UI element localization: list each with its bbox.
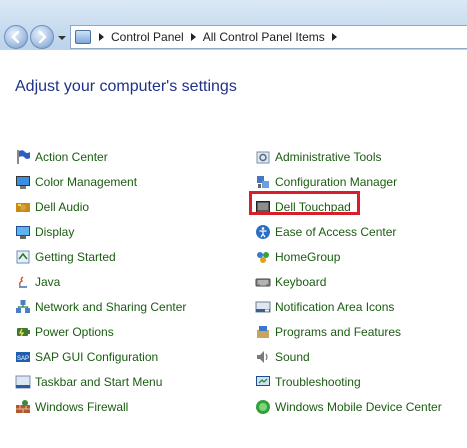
control-panel-item-display[interactable]: Display bbox=[15, 219, 186, 244]
item-label: Administrative Tools bbox=[275, 149, 382, 164]
control-panel-item-java[interactable]: Java bbox=[15, 269, 186, 294]
item-label: Dell Audio bbox=[35, 199, 90, 214]
control-panel-item-administrative-tools[interactable]: Administrative Tools bbox=[255, 144, 442, 169]
network-icon bbox=[16, 299, 30, 313]
item-label: Power Options bbox=[35, 324, 114, 339]
sap-icon: SAP bbox=[16, 351, 30, 362]
back-arrow-icon bbox=[11, 30, 20, 44]
control-panel-item-ease-of-access-center[interactable]: Ease of Access Center bbox=[255, 219, 442, 244]
java-icon bbox=[19, 275, 27, 288]
back-button[interactable] bbox=[4, 25, 28, 49]
item-label: Sound bbox=[275, 349, 310, 364]
item-label: Notification Area Icons bbox=[275, 299, 395, 314]
item-label: Keyboard bbox=[275, 274, 327, 289]
dell-audio-icon bbox=[16, 202, 30, 212]
admin-tools-icon bbox=[256, 151, 270, 163]
troubleshooting-icon bbox=[256, 375, 270, 386]
right-item-column: Administrative Tools Configuration Manage… bbox=[255, 144, 442, 419]
display-icon bbox=[16, 225, 30, 239]
getting-started-icon bbox=[16, 250, 30, 263]
breadcrumb-all-items[interactable]: All Control Panel Items bbox=[202, 30, 326, 44]
breadcrumb-arrow-icon[interactable] bbox=[99, 33, 104, 41]
control-panel-item-windows-firewall[interactable]: Windows Firewall bbox=[15, 394, 186, 419]
item-label: Troubleshooting bbox=[275, 374, 361, 389]
control-panel-item-action-center[interactable]: Action Center bbox=[15, 144, 186, 169]
notification-icon bbox=[255, 301, 271, 312]
breadcrumb-control-panel[interactable]: Control Panel bbox=[110, 30, 185, 44]
page-title: Adjust your computer's settings bbox=[15, 78, 237, 95]
mobile-device-icon bbox=[256, 399, 270, 414]
speaker-icon bbox=[257, 350, 268, 363]
item-label: SAP GUI Configuration bbox=[35, 349, 159, 364]
navigation-bar: Control Panel All Control Panel Items bbox=[0, 0, 467, 50]
breadcrumb-arrow-icon[interactable] bbox=[331, 33, 337, 41]
item-label: HomeGroup bbox=[275, 249, 341, 264]
item-label: Programs and Features bbox=[275, 324, 402, 339]
control-panel-icon bbox=[75, 30, 91, 44]
control-panel-item-troubleshooting[interactable]: Troubleshooting bbox=[255, 369, 442, 394]
item-label: Windows Firewall bbox=[35, 399, 129, 414]
left-item-column: Action Center Color Management Dell Audio D… bbox=[15, 144, 186, 419]
color-management-icon bbox=[16, 175, 30, 189]
control-panel-item-network-and-sharing-center[interactable]: Network and Sharing Center bbox=[15, 294, 186, 319]
taskbar-icon bbox=[15, 375, 31, 388]
svg-text:SAP: SAP bbox=[17, 356, 29, 362]
item-label: Java bbox=[35, 274, 61, 289]
control-panel-item-notification-area-icons[interactable]: Notification Area Icons bbox=[255, 294, 442, 319]
control-panel-item-sound[interactable]: Sound bbox=[255, 344, 442, 369]
control-panel-item-windows-mobile-device-center[interactable]: Windows Mobile Device Center bbox=[255, 394, 442, 419]
flag-icon bbox=[17, 149, 30, 164]
forward-arrow-icon bbox=[38, 30, 47, 44]
forward-button[interactable] bbox=[30, 25, 54, 49]
ease-of-access-icon bbox=[256, 224, 270, 239]
control-panel-item-sap-gui-configuration[interactable]: SAP SAP GUI Configuration bbox=[15, 344, 186, 369]
control-panel-item-dell-audio[interactable]: Dell Audio bbox=[15, 194, 186, 219]
homegroup-icon bbox=[257, 251, 269, 263]
item-label: Action Center bbox=[35, 149, 108, 164]
item-label: Color Management bbox=[35, 174, 138, 189]
item-label: Network and Sharing Center bbox=[35, 299, 187, 314]
config-manager-icon bbox=[257, 175, 269, 188]
control-panel-item-homegroup[interactable]: HomeGroup bbox=[255, 244, 442, 269]
item-label: Windows Mobile Device Center bbox=[275, 399, 442, 414]
control-panel-item-programs-and-features[interactable]: Programs and Features bbox=[255, 319, 442, 344]
item-label: Configuration Manager bbox=[275, 174, 398, 189]
programs-icon bbox=[257, 325, 269, 338]
control-panel-item-taskbar-and-start-menu[interactable]: Taskbar and Start Menu bbox=[15, 369, 186, 394]
control-panel-item-power-options[interactable]: Power Options bbox=[15, 319, 186, 344]
item-label: Ease of Access Center bbox=[275, 224, 397, 239]
control-panel-item-getting-started[interactable]: Getting Started bbox=[15, 244, 186, 269]
item-label: Display bbox=[35, 224, 75, 239]
power-icon bbox=[17, 327, 30, 336]
control-panel-item-color-management[interactable]: Color Management bbox=[15, 169, 186, 194]
keyboard-icon bbox=[255, 278, 271, 286]
address-bar[interactable]: Control Panel All Control Panel Items bbox=[70, 25, 467, 49]
item-label: Getting Started bbox=[35, 249, 116, 264]
control-panel-item-keyboard[interactable]: Keyboard bbox=[255, 269, 442, 294]
highlight-box bbox=[249, 191, 360, 215]
recent-pages-chevron-icon[interactable] bbox=[57, 33, 67, 43]
firewall-icon bbox=[16, 399, 30, 413]
breadcrumb-arrow-icon[interactable] bbox=[190, 33, 196, 41]
item-label: Taskbar and Start Menu bbox=[35, 374, 163, 389]
